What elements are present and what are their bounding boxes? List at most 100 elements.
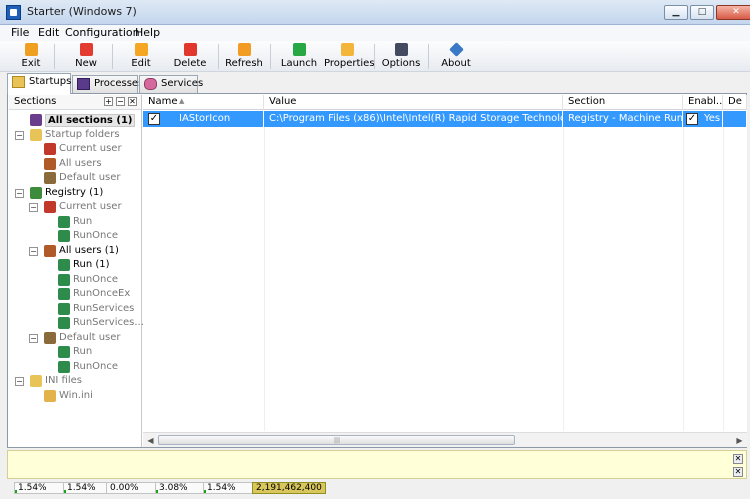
- column-header-name[interactable]: Name ▲: [143, 95, 264, 110]
- tree-item[interactable]: RunOnce: [9, 273, 141, 287]
- tree-item[interactable]: RunServices: [9, 302, 141, 316]
- column-header-enabled[interactable]: Enabl...: [683, 95, 723, 110]
- properties-button-label: Properties: [324, 58, 375, 69]
- horizontal-scrollbar[interactable]: ◀ ||| ▶: [143, 432, 747, 447]
- delete-icon: [183, 43, 197, 56]
- grid-header: Name ▲ Value Section Enabl... De: [143, 95, 747, 110]
- tree-item-label: RunServices...: [73, 317, 144, 328]
- tree-item[interactable]: − Registry (1): [9, 186, 141, 200]
- tree-item[interactable]: Run (1): [9, 258, 141, 272]
- about-button[interactable]: About: [436, 42, 476, 71]
- menu-configuration[interactable]: Configuration: [65, 26, 140, 39]
- properties-icon: [340, 43, 354, 56]
- tree-item[interactable]: − All users (1): [9, 244, 141, 258]
- menu-file[interactable]: File: [11, 26, 29, 39]
- main-panel: Sections + − ✕ All sections (1) − Startup …: [7, 93, 747, 448]
- tree-item[interactable]: − Startup folders: [9, 128, 141, 142]
- scroll-right-icon[interactable]: ▶: [733, 434, 746, 447]
- collapse-all-button[interactable]: −: [116, 97, 125, 106]
- tree-item[interactable]: RunServices...: [9, 316, 144, 330]
- tree-expander[interactable]: −: [29, 333, 38, 343]
- cpu-usage-5: 1.54%: [203, 482, 253, 494]
- enabled-value: Yes: [704, 113, 721, 124]
- properties-button[interactable]: Properties: [324, 42, 375, 71]
- registry-key-icon: [58, 288, 70, 300]
- tree-item[interactable]: Current user: [9, 142, 141, 156]
- registry-key-icon: [58, 346, 70, 358]
- tree-item[interactable]: − Default user: [9, 331, 141, 345]
- refresh-icon: [237, 43, 251, 56]
- registry-key-icon: [58, 215, 70, 228]
- startups-icon: [12, 76, 25, 88]
- tab-processes[interactable]: Processes: [72, 75, 143, 93]
- close-button[interactable]: ✕: [716, 5, 750, 20]
- tree-item[interactable]: Default user: [9, 171, 141, 185]
- close-info-pane-button[interactable]: ✕: [733, 454, 743, 464]
- services-icon: [144, 78, 157, 90]
- tree-item[interactable]: Win.ini: [9, 389, 141, 403]
- scrollbar-thumb[interactable]: |||: [158, 435, 515, 445]
- tree-item[interactable]: − Current user: [9, 200, 141, 214]
- new-button[interactable]: New: [64, 42, 108, 71]
- about-button-label: About: [441, 58, 471, 69]
- menu-edit[interactable]: Edit: [38, 26, 59, 39]
- table-row[interactable]: ✓ IAStorIcon C:\Program Files (x86)\Inte…: [143, 111, 747, 127]
- tree-expander[interactable]: −: [15, 377, 24, 386]
- launch-button-label: Launch: [280, 58, 318, 69]
- options-button[interactable]: Options: [381, 42, 421, 71]
- tree-item[interactable]: Run: [9, 215, 141, 229]
- toolbar: Exit New Edit Delete Refresh Launch Prop…: [0, 41, 750, 72]
- tree-item-label: INI files: [45, 375, 82, 386]
- column-header-value[interactable]: Value: [264, 95, 563, 110]
- close-sections-button[interactable]: ✕: [128, 97, 137, 106]
- tree-expander[interactable]: −: [15, 188, 24, 198]
- expand-all-button[interactable]: +: [104, 97, 113, 106]
- column-header-section[interactable]: Section: [563, 95, 683, 110]
- tab-startups[interactable]: Startups: [7, 73, 71, 94]
- exit-button[interactable]: Exit: [11, 42, 51, 71]
- toolbar-separator: [54, 44, 55, 69]
- menu-help[interactable]: Help: [135, 26, 160, 39]
- sort-arrow-icon: ▲: [179, 97, 185, 105]
- tree-expander[interactable]: −: [29, 246, 38, 256]
- close-pane-button[interactable]: ✕: [733, 467, 743, 477]
- row-name: IAStorIcon: [179, 113, 231, 124]
- tree-item-label: Run (1): [73, 259, 110, 270]
- cpu-usage-1: 1.54%: [14, 482, 64, 494]
- title-bar: Starter (Windows 7) ▁ □ ✕: [0, 0, 750, 25]
- row-checkbox[interactable]: ✓: [148, 113, 160, 125]
- tree-item[interactable]: − INI files: [9, 374, 141, 388]
- tree-item-label: Registry (1): [45, 186, 104, 198]
- registry-key-icon: [58, 259, 70, 271]
- delete-button-label: Delete: [173, 58, 207, 69]
- tree-item[interactable]: All users: [9, 157, 141, 171]
- column-name-label: Name: [148, 96, 178, 107]
- tree-item[interactable]: Run: [9, 345, 141, 359]
- tree-item-label: All users (1): [59, 244, 119, 256]
- tree-item-label: RunOnce: [73, 230, 119, 241]
- tree-item-label: Startup folders: [45, 128, 120, 140]
- edit-button[interactable]: Edit: [121, 42, 161, 71]
- users-icon: [44, 244, 56, 257]
- maximize-button[interactable]: □: [690, 5, 714, 20]
- delete-button[interactable]: Delete: [166, 42, 214, 71]
- tree-item-label: Current user: [59, 143, 122, 154]
- app-icon: [6, 5, 21, 20]
- tree-expander[interactable]: −: [29, 203, 38, 212]
- column-header-description[interactable]: De: [723, 95, 747, 110]
- minimize-button[interactable]: ▁: [664, 5, 688, 20]
- refresh-button[interactable]: Refresh: [223, 42, 265, 71]
- tab-processes-label: Processes: [94, 78, 144, 89]
- enabled-checkbox[interactable]: ✓: [686, 113, 698, 125]
- tree-item[interactable]: RunOnce: [9, 360, 141, 374]
- tree-item[interactable]: All sections (1): [9, 113, 141, 127]
- scroll-left-icon[interactable]: ◀: [144, 434, 157, 447]
- tree-expander[interactable]: −: [15, 130, 24, 140]
- tab-services[interactable]: Services: [139, 75, 203, 93]
- launch-button[interactable]: Launch: [278, 42, 320, 71]
- processes-icon: [77, 78, 90, 90]
- options-button-label: Options: [381, 58, 421, 69]
- tree-item[interactable]: RunOnce: [9, 229, 141, 243]
- value-cell: C:\Program Files (x86)\Intel\Intel(R) Ra…: [264, 111, 563, 127]
- tree-item[interactable]: RunOnceEx: [9, 287, 141, 301]
